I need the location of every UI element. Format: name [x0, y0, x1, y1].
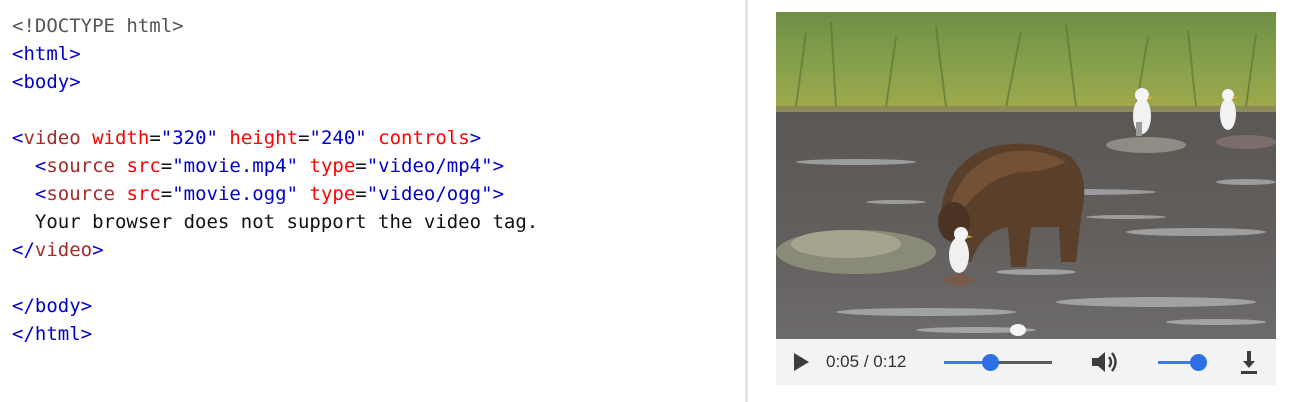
attr-controls: controls: [378, 127, 470, 149]
code-line-fallback: Your browser does not support the video …: [12, 208, 538, 236]
volume-slider[interactable]: [1158, 354, 1207, 371]
attr-width-value: "320": [160, 127, 218, 149]
doctype-text: <!DOCTYPE html>: [12, 15, 184, 37]
code-line-source-mp4: <source src="movie.mp4" type="video/mp4"…: [34, 155, 505, 177]
attr-type: type: [309, 155, 356, 177]
source-tag: source: [46, 183, 115, 205]
play-button[interactable]: [790, 351, 812, 373]
play-icon: [794, 353, 809, 371]
attr-src: src: [126, 155, 161, 177]
attr-height-value: "240": [309, 127, 367, 149]
source-tag: source: [46, 155, 115, 177]
progress-thumb[interactable]: [982, 354, 999, 371]
attr-type: type: [309, 183, 356, 205]
code-line-source-ogg: <source src="movie.ogg" type="video/ogg"…: [34, 183, 505, 205]
time-separator: /: [859, 352, 874, 371]
current-time: 0:05: [826, 352, 860, 371]
code-line-html-close: </html>: [12, 323, 93, 345]
code-line-video-close: </video>: [12, 239, 104, 261]
code-line-video-open: <video width="320" height="240" controls…: [12, 127, 482, 149]
time-display: 0:05 / 0:12: [826, 352, 906, 372]
body-tag: body: [23, 71, 70, 93]
progress-slider[interactable]: [944, 354, 1052, 371]
video-controls: 0:05 / 0:12: [776, 339, 1276, 385]
duration: 0:12: [873, 352, 907, 371]
code-line-html-open: <html>: [12, 43, 81, 65]
attr-type-value: "video/ogg": [366, 183, 493, 205]
volume-icon: [1092, 352, 1117, 372]
download-icon: [1241, 351, 1257, 374]
code-block[interactable]: <!DOCTYPE html> <html> <body> <video width…: [12, 12, 538, 348]
attr-src-value: "movie.mp4": [172, 155, 299, 177]
mute-button[interactable]: [1090, 349, 1120, 375]
code-editor-pane[interactable]: <!DOCTYPE html> <html> <body> <video width…: [0, 0, 745, 402]
code-line-body-close: </body>: [12, 295, 93, 317]
video-close-tag: video: [34, 239, 93, 261]
attr-width: width: [92, 127, 150, 149]
body-close-tag: body: [34, 295, 81, 317]
html-tag: html: [23, 43, 70, 65]
attr-src: src: [126, 183, 161, 205]
result-pane: 0:05 / 0:12: [748, 0, 1303, 402]
html-close-tag: html: [34, 323, 81, 345]
fallback-text: Your browser does not support the video …: [34, 211, 539, 233]
video-still-bear-river: [776, 12, 1276, 339]
volume-thumb[interactable]: [1190, 354, 1207, 371]
code-line-doctype: <!DOCTYPE html>: [12, 12, 538, 40]
attr-height: height: [229, 127, 299, 149]
download-button[interactable]: [1238, 349, 1260, 375]
attr-src-value: "movie.ogg": [172, 183, 299, 205]
attr-type-value: "video/mp4": [366, 155, 493, 177]
video-frame[interactable]: [776, 12, 1276, 339]
video-tag: video: [23, 127, 81, 149]
code-line-body-open: <body>: [12, 71, 81, 93]
